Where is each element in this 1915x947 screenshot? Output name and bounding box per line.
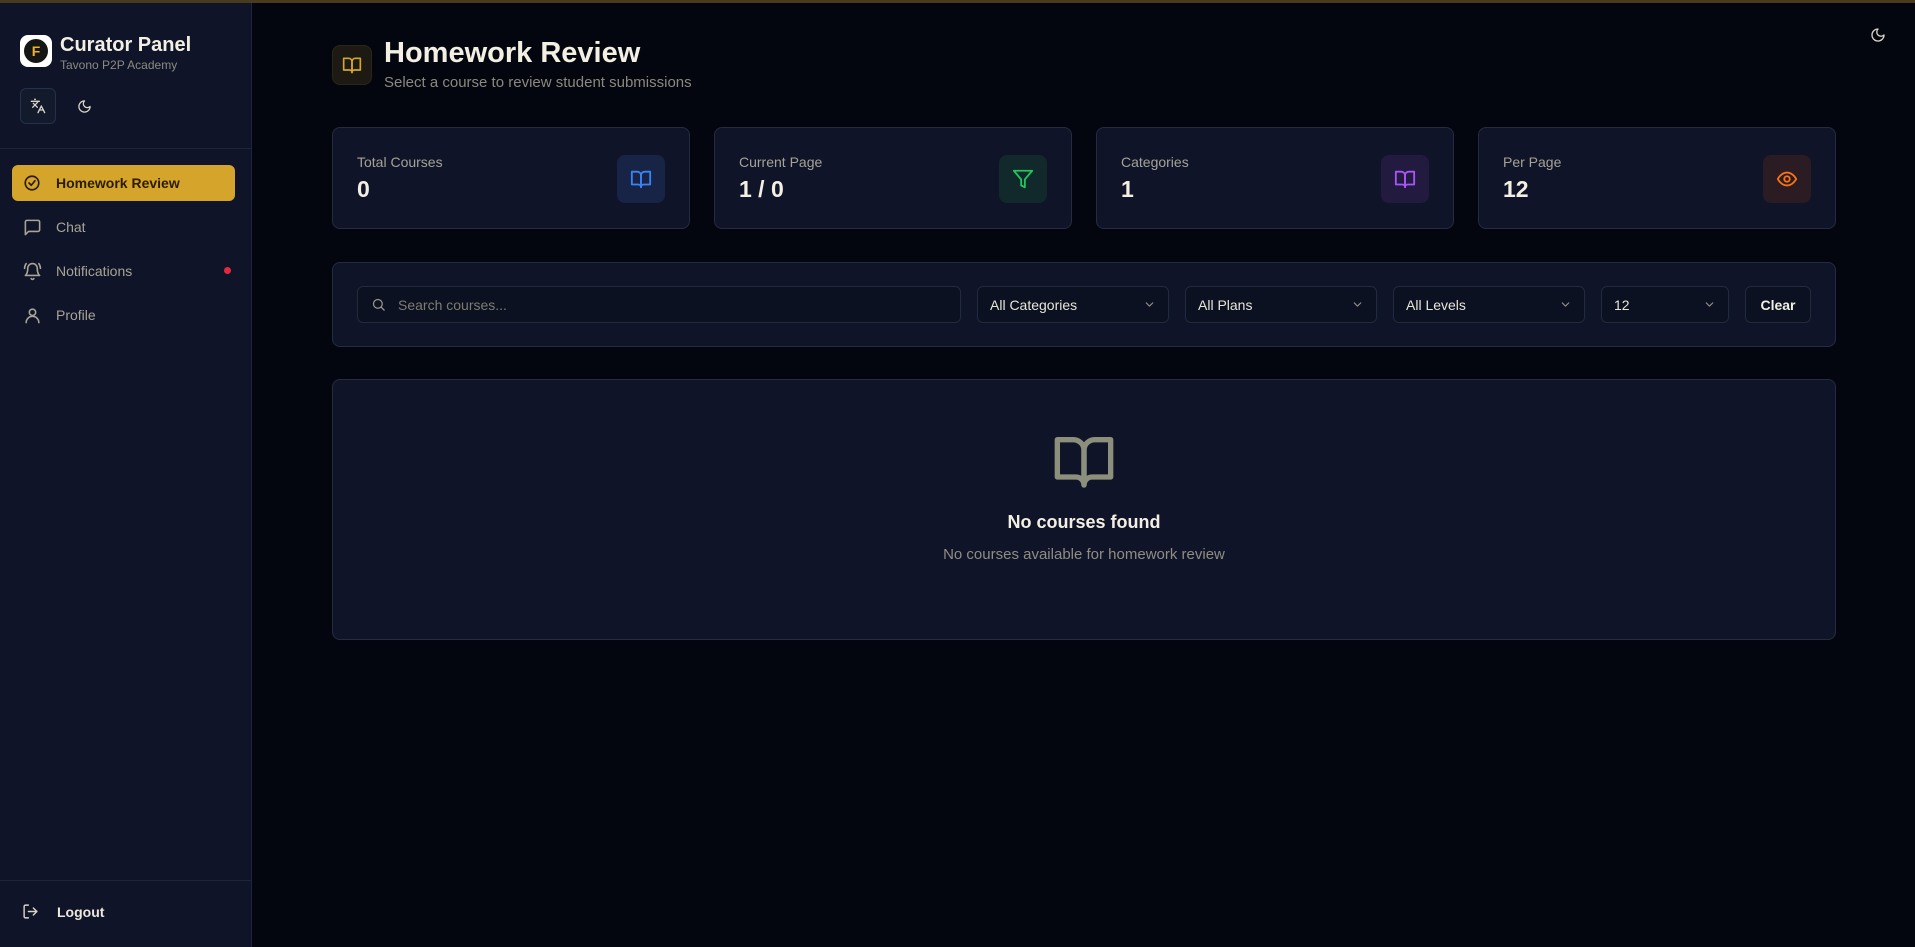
theme-toggle-button[interactable] bbox=[1870, 27, 1886, 43]
filter-bar: All Categories All Plans All Levels 12 C… bbox=[332, 262, 1836, 347]
sidebar-item-label: Chat bbox=[56, 219, 86, 235]
brand: F Curator Panel Tavono P2P Academy bbox=[20, 33, 191, 73]
empty-state-title: No courses found bbox=[1007, 512, 1161, 532]
sidebar-item-homework-review[interactable]: Homework Review bbox=[12, 165, 235, 201]
sidebar-tools bbox=[20, 88, 102, 124]
moon-icon bbox=[1871, 28, 1885, 42]
level-select-value: All Levels bbox=[1406, 296, 1466, 313]
sidebar-item-label: Profile bbox=[56, 307, 96, 323]
chevron-down-icon bbox=[1561, 302, 1570, 307]
book-open-icon bbox=[617, 155, 665, 203]
chevron-down-icon bbox=[1705, 302, 1714, 307]
sidebar: F Curator Panel Tavono P2P Academy Homew… bbox=[0, 3, 252, 947]
logout-button[interactable]: Logout bbox=[22, 903, 104, 920]
bell-icon bbox=[22, 261, 42, 281]
page-title: Homework Review bbox=[384, 37, 641, 69]
chevron-down-icon bbox=[1353, 302, 1362, 307]
sidebar-nav: Homework Review Chat Notifications Profi… bbox=[12, 165, 235, 341]
page-subtitle: Select a course to review student submis… bbox=[384, 74, 692, 91]
top-accent-line bbox=[0, 0, 1915, 3]
language-button[interactable] bbox=[20, 88, 56, 124]
empty-state: No courses found No courses available fo… bbox=[332, 379, 1836, 640]
search-box bbox=[357, 286, 961, 323]
sidebar-item-chat[interactable]: Chat bbox=[12, 209, 235, 245]
panel-title: Curator Panel bbox=[60, 34, 192, 56]
academy-name: Tavono P2P Academy bbox=[60, 58, 178, 72]
eye-icon bbox=[1763, 155, 1811, 203]
book-open-icon bbox=[332, 45, 372, 85]
moon-icon bbox=[77, 99, 91, 113]
notification-dot bbox=[224, 267, 231, 274]
logout-icon bbox=[22, 903, 39, 920]
app-logo: F bbox=[20, 35, 52, 67]
logo-mark: F bbox=[24, 39, 48, 63]
user-icon bbox=[22, 305, 42, 325]
plan-select[interactable]: All Plans bbox=[1185, 286, 1377, 323]
chevron-down-icon bbox=[1145, 302, 1154, 307]
message-square-icon bbox=[22, 217, 42, 237]
category-select-value: All Categories bbox=[990, 296, 1078, 313]
sidebar-theme-toggle[interactable] bbox=[66, 88, 102, 124]
sidebar-item-label: Homework Review bbox=[56, 175, 180, 191]
plan-select-value: All Plans bbox=[1198, 296, 1253, 313]
stats-row: Total Courses 0 Current Page 1 / 0 Categ… bbox=[332, 127, 1836, 229]
logout-label: Logout bbox=[57, 903, 105, 920]
search-input[interactable] bbox=[398, 296, 938, 313]
stat-card-total-courses: Total Courses 0 bbox=[332, 127, 690, 229]
sidebar-item-notifications[interactable]: Notifications bbox=[12, 253, 235, 289]
clear-button[interactable]: Clear bbox=[1745, 286, 1811, 323]
stat-card-categories: Categories 1 bbox=[1096, 127, 1454, 229]
per-page-select[interactable]: 12 bbox=[1601, 286, 1729, 323]
filter-icon bbox=[999, 155, 1047, 203]
search-icon bbox=[372, 298, 385, 311]
category-select[interactable]: All Categories bbox=[977, 286, 1169, 323]
sidebar-item-profile[interactable]: Profile bbox=[12, 297, 235, 333]
per-page-select-value: 12 bbox=[1614, 296, 1630, 313]
sidebar-divider bbox=[0, 148, 251, 149]
book-open-icon bbox=[1381, 155, 1429, 203]
empty-state-message: No courses available for homework review bbox=[943, 546, 1225, 563]
translate-icon bbox=[30, 98, 46, 114]
sidebar-bottom-divider bbox=[0, 880, 251, 881]
stat-card-per-page: Per Page 12 bbox=[1478, 127, 1836, 229]
book-open-icon bbox=[1052, 429, 1116, 498]
stat-card-current-page: Current Page 1 / 0 bbox=[714, 127, 1072, 229]
check-circle-icon bbox=[22, 173, 42, 193]
level-select[interactable]: All Levels bbox=[1393, 286, 1585, 323]
sidebar-item-label: Notifications bbox=[56, 263, 133, 279]
